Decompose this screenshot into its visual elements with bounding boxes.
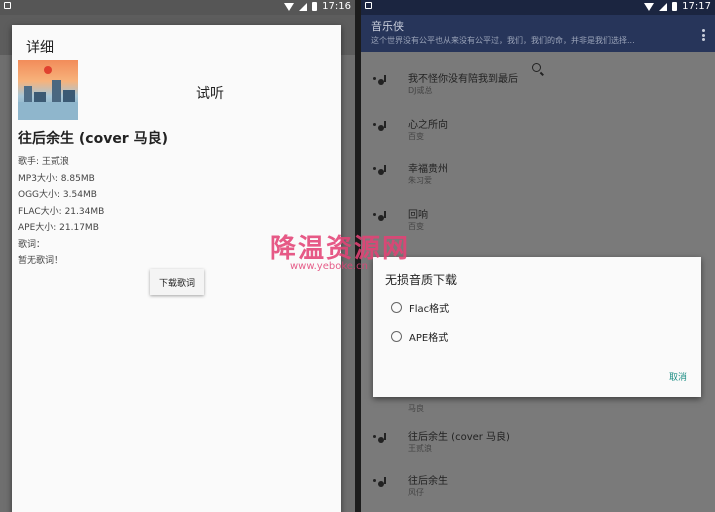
wifi-icon — [644, 2, 655, 11]
notification-icon — [4, 2, 11, 9]
status-bar: 17:17 — [361, 0, 715, 15]
list-item[interactable]: 我不怪你没有陪我到最后 DJ或总 — [361, 62, 715, 106]
ape-size: APE大小: 21.17MB — [18, 223, 99, 233]
dialog-title: 详细 — [26, 40, 54, 56]
song-name: 我不怪你没有陪我到最后 — [408, 74, 518, 85]
status-time: 17:17 — [682, 1, 711, 12]
ape-option[interactable]: APE格式 — [391, 329, 448, 344]
signal-icon — [299, 2, 308, 11]
right-screen: 17:17 音乐侠 这个世界没有公平也从来没有公平过，我们，我们的命，并非是我们… — [361, 0, 715, 512]
status-bar: 17:16 — [0, 0, 355, 15]
flac-option-label: Flac格式 — [409, 304, 450, 315]
song-artist: 马良 — [408, 404, 424, 413]
notification-icon — [365, 2, 372, 9]
status-time: 17:16 — [322, 1, 351, 12]
ogg-size: OGG大小: 3.54MB — [18, 190, 97, 200]
song-artist: 风仔 — [408, 488, 424, 497]
song-name: 往后余生 (cover 马良) — [408, 432, 510, 443]
cancel-button[interactable]: 取消 — [669, 370, 687, 383]
song-name: 幸福贵州 — [408, 164, 448, 175]
song-artist: 百变 — [408, 132, 424, 141]
song-name: 心之所向 — [408, 120, 448, 131]
list-item[interactable]: 往后余生 风仔 — [361, 464, 715, 508]
music-note-icon — [373, 75, 389, 87]
radio-icon[interactable] — [391, 302, 402, 313]
signal-icon — [659, 2, 668, 11]
mp3-size: MP3大小: 8.85MB — [18, 173, 95, 184]
radio-icon[interactable] — [391, 331, 402, 342]
song-meta: 歌手: 王贰浪 MP3大小: 8.85MB OGG大小: 3.54MB FLAC… — [18, 154, 104, 270]
more-options-icon[interactable] — [702, 29, 705, 41]
download-lyrics-button[interactable]: 下载歌词 — [150, 269, 204, 295]
battery-icon — [672, 2, 678, 11]
no-lyrics-text: 暂无歌词！ — [18, 256, 64, 266]
song-name: 回响 — [408, 210, 428, 221]
left-screen: 17:16 详细 试听 往后余生 (cover 马良) 歌手: 王贰浪 MP3大… — [0, 0, 355, 512]
song-artist: 朱习爱 — [408, 176, 432, 185]
detail-dialog: 详细 试听 往后余生 (cover 马良) 歌手: 王贰浪 MP3大小: 8.8… — [12, 25, 341, 512]
app-subtitle: 这个世界没有公平也从来没有公平过，我们，我们的命，并非是我们选择... — [371, 36, 635, 45]
preview-button[interactable]: 试听 — [196, 83, 224, 103]
dialog-title: 无损音质下载 — [385, 273, 458, 287]
app-bar: 音乐侠 这个世界没有公平也从来没有公平过，我们，我们的命，并非是我们选择... — [361, 15, 715, 52]
song-artist: DJ或总 — [408, 86, 433, 95]
lyrics-label: 歌词： — [18, 239, 46, 250]
song-artist: 百变 — [408, 222, 424, 231]
list-item[interactable]: 回响 百变 — [361, 198, 715, 242]
album-cover — [18, 60, 78, 120]
app-title: 音乐侠 — [371, 20, 404, 33]
flac-option[interactable]: Flac格式 — [391, 300, 449, 315]
music-note-icon — [373, 121, 389, 133]
wifi-icon — [284, 2, 295, 11]
music-note-icon — [373, 165, 389, 177]
list-item[interactable]: 心之所向 百变 — [361, 108, 715, 152]
song-name: 往后余生 — [408, 476, 448, 487]
list-item[interactable]: 幸福贵州 朱习爱 — [361, 152, 715, 196]
battery-icon — [312, 2, 318, 11]
list-item[interactable]: 往后余生 (cover 马良) 王贰浪 — [361, 420, 715, 464]
song-artist: 王贰浪 — [408, 444, 432, 453]
lossless-download-dialog: 无损音质下载 Flac格式 APE格式 取消 — [373, 257, 701, 397]
ape-option-label: APE格式 — [409, 333, 449, 344]
flac-size: FLAC大小: 21.34MB — [18, 206, 105, 217]
music-note-icon — [373, 211, 389, 223]
singer-text: 歌手: 王贰浪 — [18, 157, 69, 167]
music-note-icon — [373, 477, 389, 489]
music-note-icon — [373, 433, 389, 445]
song-title: 往后余生 (cover 马良) — [18, 131, 168, 147]
